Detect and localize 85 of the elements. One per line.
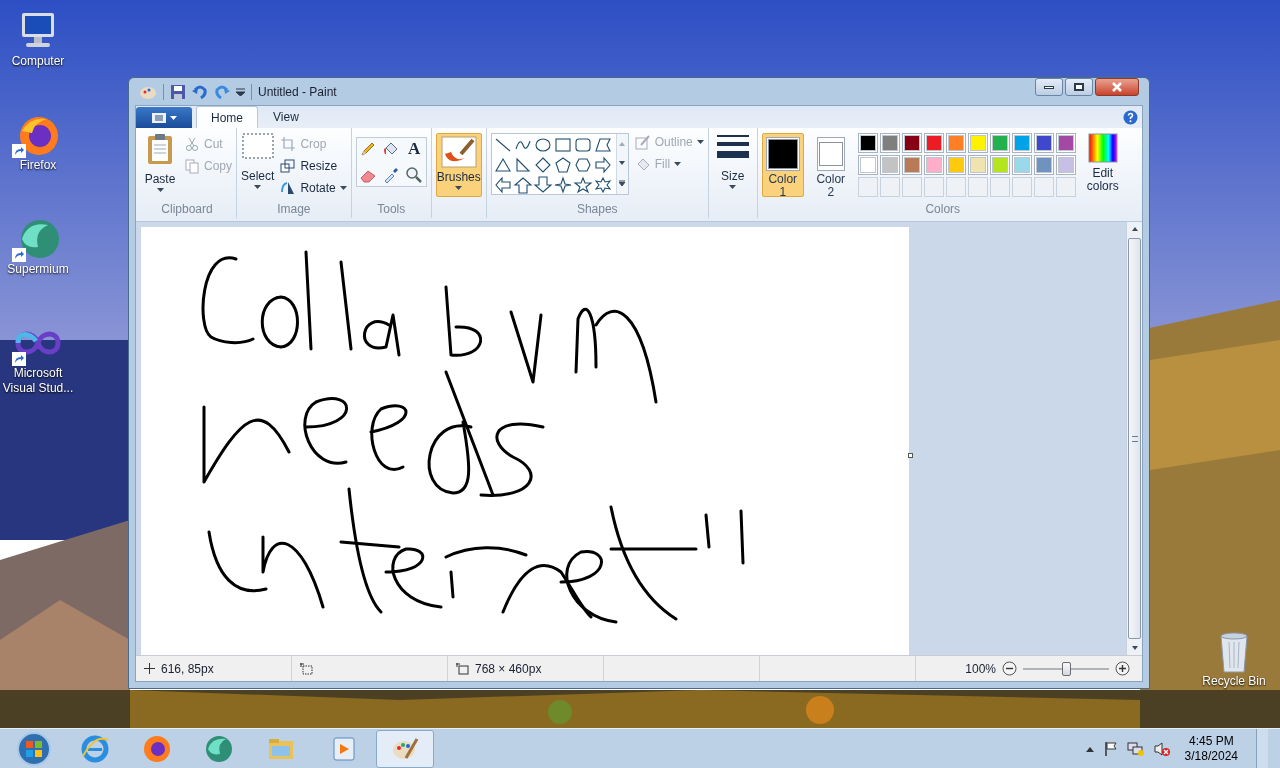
selection-size-icon bbox=[300, 662, 313, 675]
maximize-button[interactable] bbox=[1065, 78, 1093, 96]
group-label: Clipboard bbox=[161, 202, 213, 218]
group-label: Shapes bbox=[576, 202, 618, 218]
caret-icon bbox=[169, 115, 177, 120]
dropdown-caret-icon bbox=[455, 186, 463, 190]
eyedropper-icon bbox=[382, 166, 401, 184]
save-icon[interactable] bbox=[170, 83, 186, 100]
image-button[interactable]: Rotate bbox=[280, 179, 347, 197]
size-button[interactable]: Size bbox=[712, 133, 753, 189]
ribbon-tab[interactable]: View bbox=[258, 106, 314, 128]
group-label: Image bbox=[277, 202, 311, 218]
crop-icon bbox=[280, 136, 297, 152]
selection-rectangle-icon bbox=[241, 133, 274, 161]
dropdown-caret-icon bbox=[254, 185, 262, 189]
close-button[interactable] bbox=[1095, 78, 1139, 96]
desktop-icon-label[interactable]: Recycle Bin bbox=[1202, 674, 1266, 689]
shapes-gallery[interactable] bbox=[490, 133, 629, 195]
scroll-up-icon bbox=[619, 141, 626, 146]
group-label: Tools bbox=[377, 202, 406, 218]
dropdown-caret-icon bbox=[339, 186, 347, 190]
image-button[interactable]: Resize bbox=[280, 157, 347, 175]
copy-icon bbox=[184, 158, 200, 174]
shortcut-arrow-icon bbox=[12, 248, 26, 262]
brushes-button[interactable]: Brushes bbox=[435, 133, 482, 197]
clipboard-icon bbox=[145, 133, 175, 165]
taskbar-button[interactable] bbox=[376, 729, 434, 768]
color-spectrum-icon bbox=[1087, 133, 1118, 163]
edit-colors-button[interactable]: Edit colors bbox=[1081, 133, 1124, 193]
paint-menu-button[interactable] bbox=[136, 107, 192, 128]
supermium-icon bbox=[204, 733, 234, 764]
cursor-position: 616, 85px bbox=[161, 660, 214, 678]
desktop-icon-label[interactable]: Firefox bbox=[19, 158, 57, 173]
help-icon[interactable] bbox=[1123, 110, 1138, 125]
zoom-level: 100% bbox=[965, 660, 996, 678]
show-desktop-button[interactable] bbox=[1256, 728, 1268, 768]
clock-date[interactable]: 3/18/2024 bbox=[1184, 748, 1238, 764]
resize-handle[interactable] bbox=[908, 453, 913, 458]
minimize-button[interactable] bbox=[1035, 78, 1063, 96]
undo-icon[interactable] bbox=[192, 83, 208, 100]
dropdown-caret-icon bbox=[696, 140, 704, 144]
close-icon bbox=[1111, 82, 1123, 92]
move-cursor-icon bbox=[144, 663, 155, 674]
zoom-out-button[interactable] bbox=[1002, 661, 1017, 676]
window-title: Untitled - Paint bbox=[258, 83, 337, 101]
zoom-in-button[interactable] bbox=[1115, 661, 1130, 676]
color-selector-button[interactable]: Color 1 bbox=[761, 133, 804, 197]
internet-explorer-icon bbox=[80, 733, 110, 764]
ribbon-tab[interactable]: Home bbox=[196, 106, 258, 128]
desktop-icon-label[interactable]: Microsoft Visual Stud... bbox=[0, 366, 76, 396]
color-selector-button[interactable]: Color 2 bbox=[809, 133, 852, 197]
group-label: Colors bbox=[925, 202, 961, 218]
desktop-icon-label[interactable]: Computer bbox=[11, 54, 65, 69]
scissors-icon bbox=[184, 136, 200, 152]
text-tool-label[interactable]: A bbox=[408, 140, 421, 158]
resize-icon bbox=[280, 158, 297, 174]
expand-icon bbox=[619, 180, 626, 187]
menu-icon bbox=[151, 112, 166, 123]
flag-icon[interactable] bbox=[1102, 740, 1119, 757]
customize-toolbar-icon[interactable] bbox=[236, 87, 245, 96]
image-size: 768 × 460px bbox=[475, 660, 542, 678]
zoom-slider[interactable] bbox=[1023, 660, 1109, 677]
magnifier-icon bbox=[405, 166, 424, 184]
redo-icon[interactable] bbox=[214, 83, 230, 100]
dropdown-caret-icon bbox=[729, 185, 737, 189]
pencil-outline-icon bbox=[634, 134, 651, 150]
shortcut-arrow-icon bbox=[12, 352, 26, 366]
vertical-scrollbar[interactable] bbox=[1126, 222, 1142, 655]
line-width-icon bbox=[715, 133, 750, 161]
brush-stroke-icon bbox=[440, 136, 477, 168]
rotate-icon bbox=[280, 180, 297, 196]
dropdown-caret-icon bbox=[156, 188, 164, 192]
gallery-scroll[interactable] bbox=[615, 134, 628, 194]
trash-can-icon bbox=[1217, 630, 1251, 674]
select-button[interactable]: Select bbox=[241, 133, 275, 189]
speaker-muted-icon[interactable] bbox=[1152, 740, 1171, 757]
paste-button[interactable]: Paste bbox=[142, 133, 178, 192]
firefox-icon bbox=[142, 733, 172, 764]
scroll-down-icon bbox=[619, 161, 626, 165]
shortcut-arrow-icon bbox=[12, 144, 26, 158]
dropdown-caret-icon bbox=[674, 162, 682, 166]
tool-button[interactable]: A bbox=[402, 138, 426, 160]
image-size-icon bbox=[456, 662, 469, 675]
network-icon[interactable] bbox=[1126, 740, 1145, 757]
clock-time[interactable]: 4:45 PM bbox=[1188, 733, 1234, 749]
